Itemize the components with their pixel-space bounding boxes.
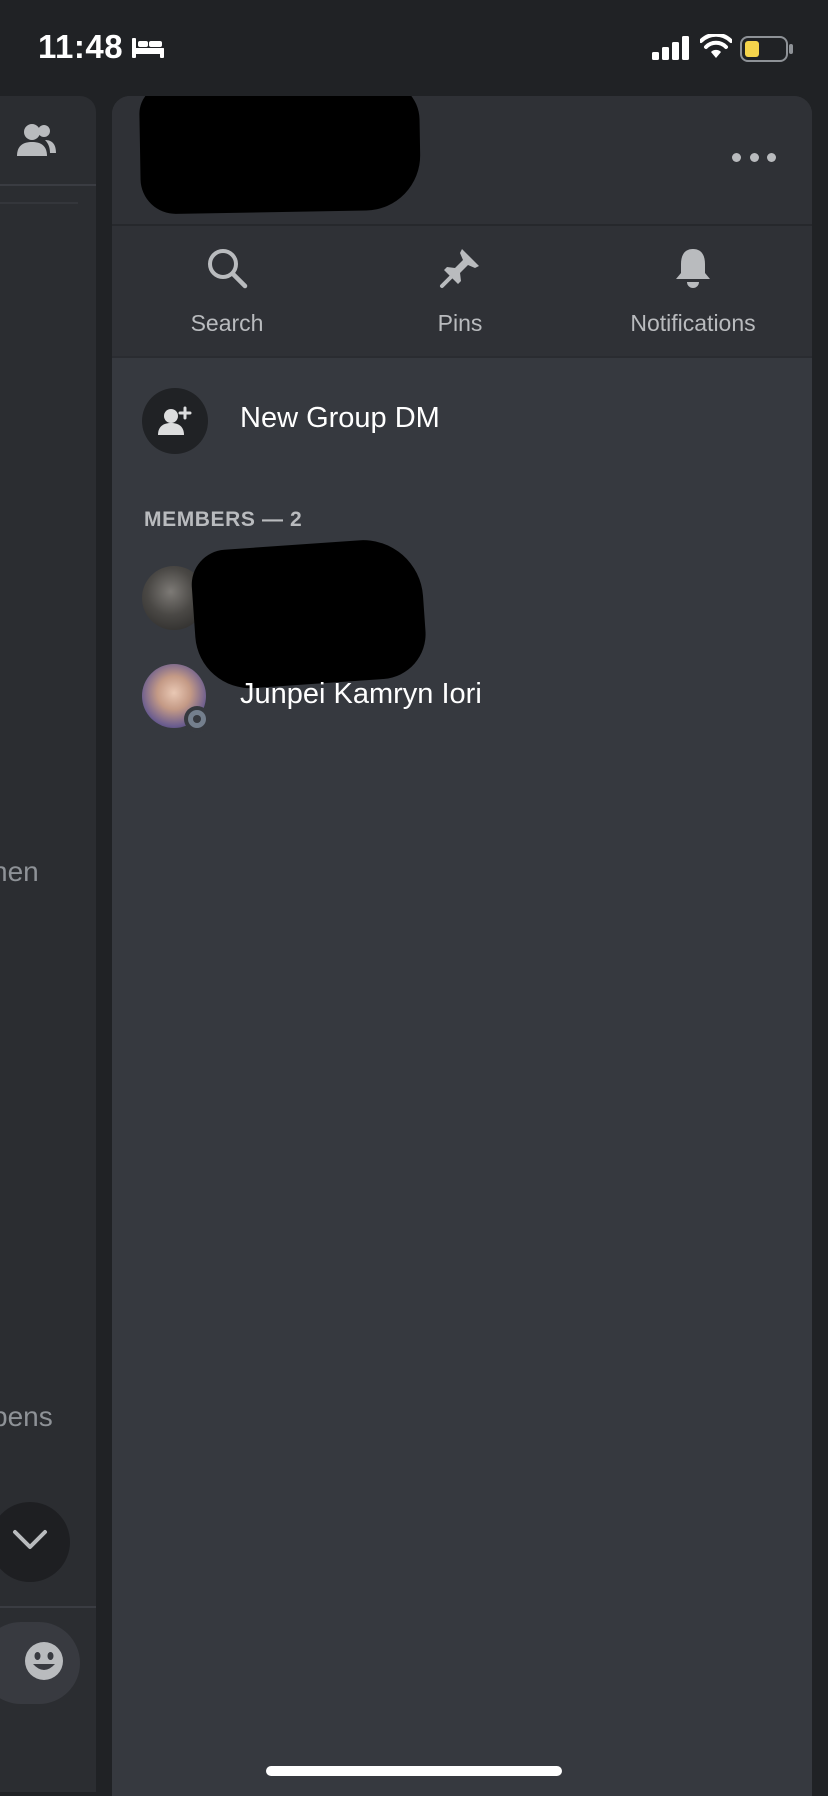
member-row[interactable]: Junpei Kamryn Iori [142,664,782,732]
pins-button[interactable]: Pins [360,226,560,356]
divider [112,356,812,358]
bed-icon [130,36,166,65]
members-header: MEMBERS — 2 [144,508,303,531]
member-name: Junpei Kamryn Iori [240,678,482,710]
member-row[interactable] [142,536,782,692]
dot [732,152,741,162]
more-options-button[interactable] [732,142,776,172]
pins-label: Pins [437,310,483,336]
search-button[interactable]: Search [127,226,327,356]
battery-icon [740,36,794,67]
chevron-down-icon [12,1529,48,1556]
status-hole [193,715,201,723]
home-indicator[interactable] [266,1766,562,1776]
status-time: 11:48 [38,28,124,65]
status-bar: 11:48 [0,0,828,96]
emoji-icon [24,1641,64,1686]
dot [749,152,759,162]
friends-icon[interactable] [14,120,58,165]
drawer-toolbar: Search Pins Notifications [112,226,812,356]
new-group-dm-label: New Group DM [240,402,440,434]
offline-status-icon [184,706,210,732]
divider [0,202,78,204]
add-user-icon [142,388,208,454]
new-group-dm-button[interactable]: New Group DM [142,388,782,454]
message-snippet: hen [0,856,39,887]
channel-details-drawer: Search Pins Notifications New Group DM M… [112,96,812,1796]
notifications-button[interactable]: Notifications [593,226,793,356]
drawer-header [112,96,812,224]
search-icon [205,246,249,295]
wifi-icon [699,32,733,65]
redacted-title [152,116,352,206]
background-chat-panel: hen pens [0,96,96,1792]
status-ring [188,710,206,728]
dot [767,152,776,162]
emoji-button[interactable] [0,1622,80,1704]
message-snippet: pens [0,1401,53,1432]
pin-icon [438,246,482,295]
divider [0,184,96,186]
divider [0,1606,96,1608]
cellular-signal-icon [652,36,690,65]
bell-icon [671,246,715,295]
scroll-down-button[interactable] [0,1502,70,1582]
notifications-label: Notifications [630,310,756,336]
search-label: Search [190,310,264,336]
